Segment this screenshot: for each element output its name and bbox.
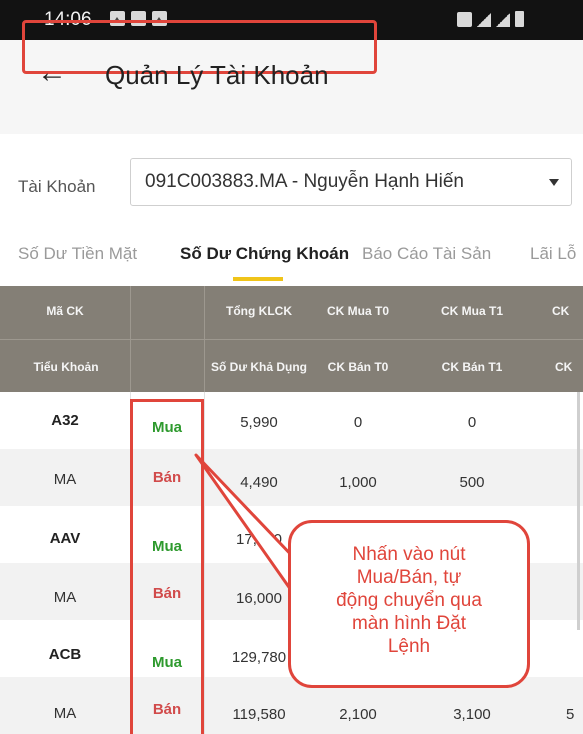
callout-line: Mua/Bán, tự bbox=[356, 567, 462, 588]
callout-line: động chuyển qua bbox=[336, 590, 482, 611]
callout-text: Nhấn vào nút Mua/Bán, tự động chuyển qua… bbox=[291, 543, 527, 658]
callout-bubble: Nhấn vào nút Mua/Bán, tự động chuyển qua… bbox=[288, 520, 530, 688]
callout-line: Lệnh bbox=[387, 636, 431, 657]
callout-line: màn hình Đặt bbox=[351, 613, 467, 634]
callout-line: Nhấn vào nút bbox=[352, 544, 466, 565]
